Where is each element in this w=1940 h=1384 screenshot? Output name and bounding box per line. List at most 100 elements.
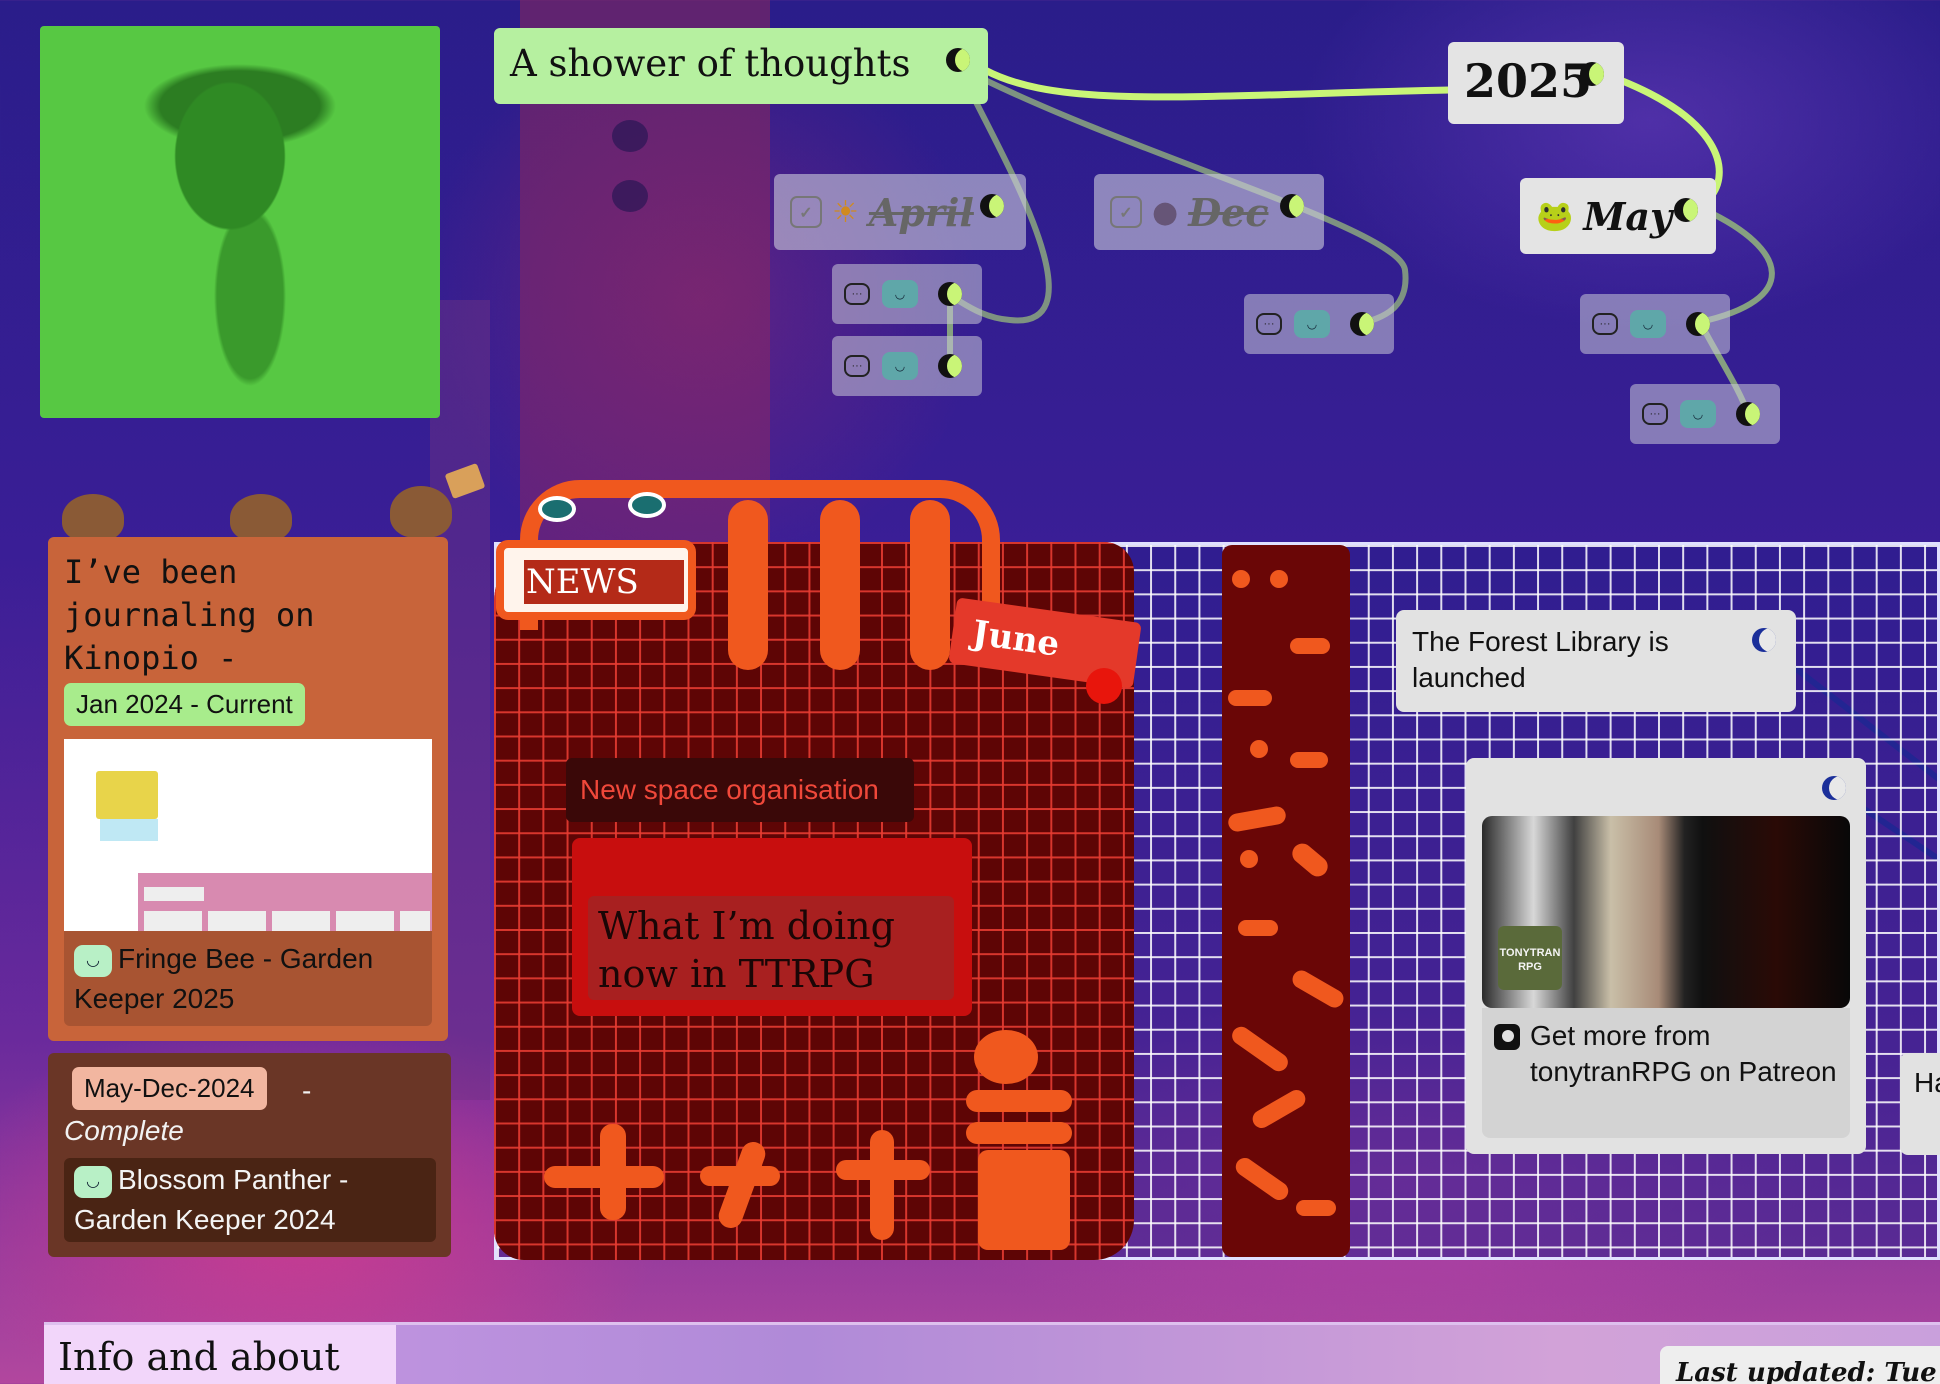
orange-mark <box>1232 570 1250 588</box>
orange-glyph <box>544 1166 664 1188</box>
orange-mark <box>1228 690 1272 706</box>
month-card-may[interactable]: 🐸 May <box>1520 178 1716 254</box>
forest-library-text: The Forest Library is launched <box>1412 626 1669 693</box>
archive-dash: - <box>302 1075 312 1106</box>
comment-node[interactable]: ··· ◡ <box>1630 384 1780 444</box>
moon-icon[interactable] <box>1736 402 1760 426</box>
profile-image <box>40 26 440 418</box>
blossom-panther-card[interactable]: ◡ Blossom Panther - Garden Keeper 2024 <box>64 1158 436 1242</box>
thoughts-title: A shower of thoughts <box>510 42 911 85</box>
comment-node[interactable]: ··· ◡ <box>832 336 982 396</box>
year-card[interactable]: 2025 <box>1448 42 1624 124</box>
patreon-card[interactable]: TONYTRAN RPG Get more from tonytranRPG o… <box>1466 758 1866 1154</box>
chat-icon: ··· <box>844 355 870 377</box>
news-label: NEWS <box>524 560 684 604</box>
archive-period-tag[interactable]: May-Dec-2024 <box>72 1067 267 1110</box>
comment-node[interactable]: ··· ◡ <box>832 264 982 324</box>
journal-preview-image[interactable] <box>64 739 432 931</box>
patreon-label: Get more from tonytranRPG on Patreon <box>1530 1020 1837 1087</box>
blob-icon: ● <box>1152 194 1179 230</box>
patreon-label-area: Get more from tonytranRPG on Patreon <box>1482 1008 1850 1138</box>
fringe-bee-card[interactable]: ◡ Fringe Bee - Garden Keeper 2025 <box>64 931 432 1026</box>
preview-table <box>138 873 432 931</box>
checkbox-icon[interactable]: ✓ <box>1110 196 1142 228</box>
face-icon: ◡ <box>74 1165 112 1198</box>
journal-title: I’ve been journaling on Kinopio - <box>64 553 315 677</box>
face-icon: ◡ <box>74 944 112 977</box>
moon-icon[interactable] <box>938 282 962 306</box>
blossom-panther-label: Blossom Panther - Garden Keeper 2024 <box>74 1164 349 1235</box>
news-box[interactable]: NEWS <box>496 540 696 620</box>
moon-icon[interactable] <box>1580 62 1604 86</box>
orange-loop <box>820 500 860 670</box>
orange-glyph <box>700 1166 780 1186</box>
journal-period-tag[interactable]: Jan 2024 - Current <box>64 683 305 726</box>
thoughts-card[interactable]: A shower of thoughts <box>494 28 988 104</box>
orange-glyph <box>966 1122 1072 1144</box>
month-card-april[interactable]: ✓ ☀ April <box>774 174 1026 250</box>
archive-status: Complete <box>64 1115 184 1146</box>
dog-sticker-icon <box>230 494 292 542</box>
orange-eye <box>628 492 666 518</box>
orange-glyph <box>836 1160 930 1180</box>
chat-icon: ··· <box>844 283 870 305</box>
moon-icon[interactable] <box>1350 312 1374 336</box>
month-label-dec: Dec <box>1188 189 1269 235</box>
peek-card[interactable]: Ha Ha <box>1900 1053 1940 1155</box>
space-org-card[interactable]: New space organisation <box>566 758 914 822</box>
moon-icon[interactable] <box>1280 194 1304 218</box>
patreon-icon <box>1494 1024 1520 1050</box>
journal-panel[interactable]: I’ve been journaling on Kinopio - Jan 20… <box>48 537 448 1041</box>
orange-mark <box>1296 1200 1336 1216</box>
comment-node[interactable]: ··· ◡ <box>1244 294 1394 354</box>
moon-icon[interactable] <box>1674 198 1698 222</box>
moon-icon[interactable] <box>1822 776 1846 800</box>
orange-glyph <box>966 1090 1072 1112</box>
orange-eye <box>538 496 576 522</box>
ttrpg-card[interactable]: What I’m doing now in TTRPG <box>588 896 954 1000</box>
face-icon: ◡ <box>1680 400 1716 428</box>
face-icon: ◡ <box>1294 310 1330 338</box>
info-tab[interactable]: Info and about me <box>44 1325 396 1384</box>
ttrpg-outer-card[interactable]: What I’m doing now in TTRPG <box>572 838 972 1016</box>
archive-panel[interactable]: May-Dec-2024 - Complete ◡ Blossom Panther… <box>48 1053 451 1257</box>
orange-loop <box>910 500 950 670</box>
orange-glyph <box>974 1030 1038 1084</box>
moon-icon[interactable] <box>1686 312 1710 336</box>
orange-loop <box>728 500 768 670</box>
face-icon: ◡ <box>1630 310 1666 338</box>
orange-glyph <box>978 1150 1070 1250</box>
forest-library-card[interactable]: The Forest Library is launched <box>1396 610 1796 712</box>
face-icon: ◡ <box>882 352 918 380</box>
chat-icon: ··· <box>1256 313 1282 335</box>
year-label: 2025 <box>1464 54 1593 108</box>
tonytranrpg-logo: TONYTRAN RPG <box>1498 926 1562 990</box>
preview-thumbnail-shadow <box>100 819 158 841</box>
sun-icon: ☀ <box>832 194 859 230</box>
frog-icon: 🐸 <box>1536 198 1574 234</box>
month-card-dec[interactable]: ✓ ● Dec <box>1094 174 1324 250</box>
chat-icon: ··· <box>1642 403 1668 425</box>
checkbox-icon[interactable]: ✓ <box>790 196 822 228</box>
patreon-preview-image[interactable]: TONYTRAN RPG <box>1482 816 1850 1008</box>
moon-icon[interactable] <box>1752 628 1776 652</box>
preview-thumbnail <box>96 771 158 819</box>
orange-mark <box>1250 740 1268 758</box>
moon-icon[interactable] <box>980 194 1004 218</box>
last-updated: Last updated: Tue M <box>1660 1346 1940 1384</box>
month-label-may: May <box>1583 193 1673 239</box>
comment-node[interactable]: ··· ◡ <box>1580 294 1730 354</box>
chat-icon: ··· <box>1592 313 1618 335</box>
moon-icon[interactable] <box>946 48 970 72</box>
orange-glyph <box>870 1130 894 1240</box>
orange-mark <box>1238 920 1278 936</box>
face-icon: ◡ <box>882 280 918 308</box>
orange-mark <box>1290 638 1330 654</box>
pin-icon <box>1086 668 1122 704</box>
orange-mark <box>1240 850 1258 868</box>
dog-sticker-icon <box>390 486 452 538</box>
orange-mark <box>1290 752 1328 768</box>
moon-icon[interactable] <box>938 354 962 378</box>
red-column <box>1222 545 1350 1257</box>
fringe-bee-label: Fringe Bee - Garden Keeper 2025 <box>74 943 374 1014</box>
